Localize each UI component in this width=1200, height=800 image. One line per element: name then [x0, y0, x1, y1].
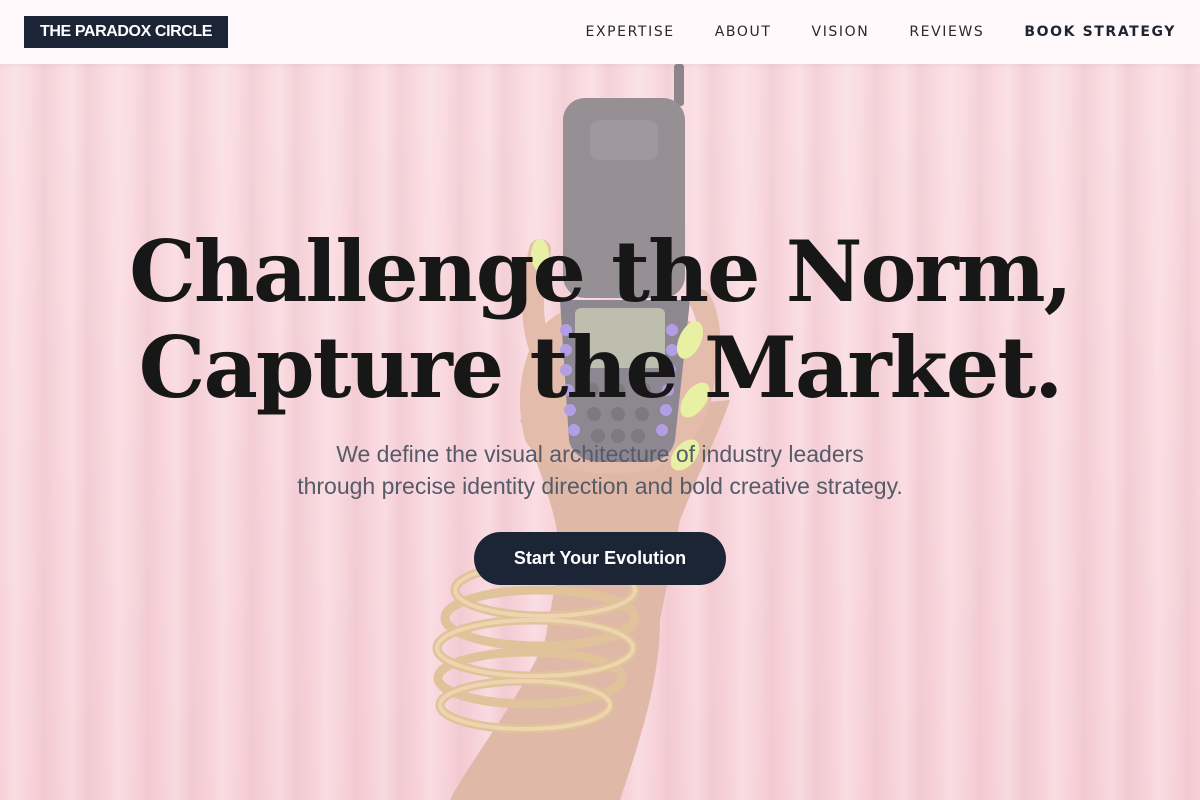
nav-link-reviews[interactable]: REVIEWS: [909, 24, 984, 40]
hero-headline-line-2: Capture the Market.: [138, 318, 1064, 417]
brand-logo[interactable]: THE PARADOX CIRCLE: [24, 16, 229, 48]
hero-subtext-line-1: We define the visual architecture of ind…: [336, 441, 864, 467]
nav-links: EXPERTISE ABOUT VISION REVIEWS BOOK STRA…: [586, 24, 1177, 40]
hero-subtext-line-2: through precise identity direction and b…: [297, 473, 903, 499]
hero-headline-line-1: Challenge the Norm,: [129, 222, 1073, 321]
nav-link-vision[interactable]: VISION: [812, 24, 870, 40]
nav-link-expertise[interactable]: EXPERTISE: [586, 24, 675, 40]
start-evolution-button[interactable]: Start Your Evolution: [473, 532, 727, 585]
hero-section: Challenge the Norm, Capture the Market. …: [0, 224, 1200, 585]
nav-link-about[interactable]: ABOUT: [715, 24, 772, 40]
hero-subtext: We define the visual architecture of ind…: [0, 438, 1200, 502]
hero-headline: Challenge the Norm, Capture the Market.: [0, 224, 1200, 416]
book-strategy-link[interactable]: BOOK STRATEGY: [1024, 24, 1176, 40]
top-navigation: THE PARADOX CIRCLE EXPERTISE ABOUT VISIO…: [0, 0, 1200, 64]
